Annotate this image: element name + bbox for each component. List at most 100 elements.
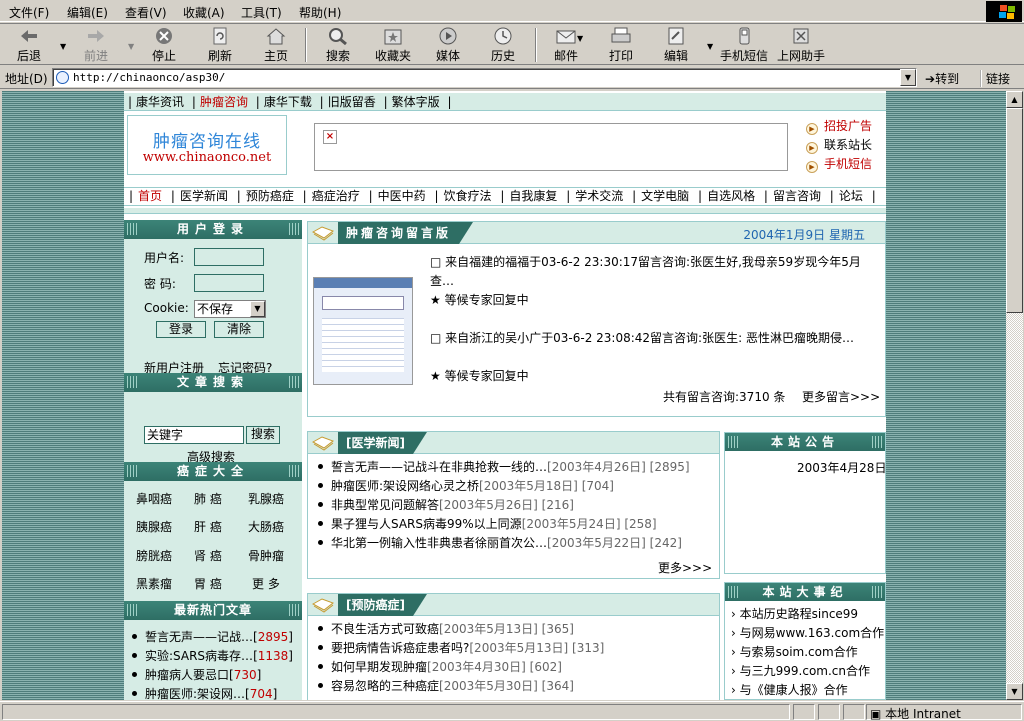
password-label: 密 码: — [144, 277, 176, 291]
more-news-link[interactable]: 更多>>> — [658, 559, 712, 576]
news-item[interactable]: 誓言无声——记战斗在非典抢救一线的…[2003年4月26日] [2895] — [318, 458, 690, 477]
back-button[interactable]: 后退 — [15, 27, 43, 64]
topnav-item[interactable]: 康华资讯 — [136, 95, 184, 109]
cancer-link[interactable]: 大肠癌 — [248, 518, 284, 535]
cancer-link[interactable]: 肾 癌 — [194, 547, 222, 564]
event-item[interactable]: › 与《健康人报》合作 — [731, 681, 884, 700]
menu-edit[interactable]: 编辑(E) — [67, 4, 108, 21]
clear-button[interactable]: 清除 — [214, 321, 264, 338]
vertical-scrollbar[interactable]: ▲ ▼ — [1006, 91, 1023, 700]
nav-item[interactable]: 学术交流 — [575, 189, 623, 203]
news-item[interactable]: 不良生活方式可致癌[2003年5月13日] [365] — [318, 620, 604, 639]
search-button[interactable]: 搜索 — [324, 27, 352, 64]
consult-thumbnail[interactable] — [313, 277, 413, 385]
side-link-ads[interactable]: ▶ 招投广告 — [806, 117, 886, 136]
nav-item[interactable]: 预防癌症 — [246, 189, 294, 203]
event-item[interactable]: › 与网易www.163.com合作 — [731, 624, 884, 643]
scroll-thumb[interactable] — [1006, 108, 1023, 313]
address-input[interactable]: http://chinaonco/asp30/ ▼ — [52, 68, 917, 87]
news-item[interactable]: 肿瘤医师:架设网络心灵之桥[2003年5月18日] [704] — [318, 477, 690, 496]
hot-article-item[interactable]: 肿瘤医师:架设网…[704] — [132, 685, 293, 700]
topnav-item-active[interactable]: 肿瘤咨询 — [200, 95, 248, 109]
menu-file[interactable]: 文件(F) — [9, 4, 49, 21]
nav-home[interactable]: 首页 — [138, 189, 162, 203]
cancer-link[interactable]: 骨肿瘤 — [248, 547, 284, 564]
hot-article-item[interactable]: 誓言无声——记战…[2895] — [132, 628, 293, 647]
consult-message[interactable]: □ 来自浙江的吴小广于03-6-2 23:08:42留言咨询:张医生: 恶性淋巴… — [430, 329, 870, 348]
event-item[interactable]: › 本站历史路程since99 — [731, 605, 884, 624]
medical-news-banner: [医学新闻] — [308, 432, 719, 454]
username-input[interactable] — [194, 248, 264, 266]
consult-message[interactable]: □ 来自福建的福福于03-6-2 23:30:17留言咨询:张医生好,我母亲59… — [430, 253, 870, 291]
cancer-link[interactable]: 膀胱癌 — [136, 547, 172, 564]
nav-item[interactable]: 中医中药 — [378, 189, 426, 203]
more-consult-link[interactable]: 更多留言>>> — [802, 388, 880, 405]
event-item[interactable]: › 与索易soim.com合作 — [731, 643, 884, 662]
cancer-link[interactable]: 乳腺癌 — [248, 490, 284, 507]
menu-tools[interactable]: 工具(T) — [241, 4, 282, 21]
nav-item[interactable]: 医学新闻 — [180, 189, 228, 203]
mail-button[interactable]: 邮件 — [552, 27, 580, 64]
event-item[interactable]: › 与三九999.com.cn合作 — [731, 662, 884, 681]
hot-articles-header: 最新热门文章 — [124, 601, 302, 620]
news-item[interactable]: 容易忽略的三种癌症[2003年5月30日] [364] — [318, 677, 604, 696]
news-item[interactable]: 华北第一例输入性非典患者徐丽首次公…[2003年5月22日] [242] — [318, 534, 690, 553]
address-url[interactable]: http://chinaonco/asp30/ — [73, 71, 225, 84]
site-logo[interactable]: 肿瘤咨询在线 www.chinaonco.net — [127, 115, 287, 175]
nav-item[interactable]: 论坛 — [839, 189, 863, 203]
menu-help[interactable]: 帮助(H) — [299, 4, 341, 21]
edit-button[interactable]: 编辑 — [662, 27, 690, 64]
cancer-more-link[interactable]: 更 多 — [252, 575, 280, 592]
nav-item[interactable]: 留言咨询 — [773, 189, 821, 203]
media-button[interactable]: 媒体 — [434, 27, 462, 64]
sms-button[interactable]: 手机短信 — [718, 27, 770, 64]
links-button[interactable]: 链接 — [980, 70, 1010, 87]
news-item[interactable]: 果子狸与人SARS病毒99%以上同源[2003年5月24日] [258] — [318, 515, 690, 534]
keyword-input[interactable]: 关键字 — [144, 426, 244, 444]
menu-favorites[interactable]: 收藏(A) — [183, 4, 225, 21]
history-button[interactable]: 历史 — [489, 27, 517, 64]
login-button[interactable]: 登录 — [156, 321, 206, 338]
side-link-sms[interactable]: ▶ 手机短信 — [806, 155, 886, 174]
home-button[interactable]: 主页 — [262, 27, 290, 64]
stop-button[interactable]: 停止 — [150, 27, 178, 64]
cookie-select[interactable]: 不保存 ▼ — [194, 300, 266, 318]
refresh-button[interactable]: 刷新 — [206, 27, 234, 64]
print-button[interactable]: 打印 — [607, 27, 635, 64]
forward-button[interactable]: 前进 — [82, 27, 110, 64]
nav-item[interactable]: 饮食疗法 — [444, 189, 492, 203]
topnav-item[interactable]: 康华下载 — [264, 95, 312, 109]
go-button[interactable]: ➔转到 — [925, 70, 959, 87]
search-submit-button[interactable]: 搜索 — [246, 426, 280, 444]
edit-dropdown-icon[interactable]: ▼ — [707, 42, 713, 51]
nav-item[interactable]: 自我康复 — [509, 189, 557, 203]
hot-article-item[interactable]: 实验:SARS病毒存…[1138] — [132, 647, 293, 666]
cancer-link[interactable]: 鼻咽癌 — [136, 490, 172, 507]
scroll-up-icon[interactable]: ▲ — [1006, 91, 1023, 108]
cancer-link[interactable]: 胰腺癌 — [136, 518, 172, 535]
cancer-link[interactable]: 肝 癌 — [194, 518, 222, 535]
web-helper-button[interactable]: 上网助手 — [775, 27, 827, 64]
nav-item[interactable]: 文学电脑 — [641, 189, 689, 203]
cancer-link[interactable]: 胃 癌 — [194, 575, 222, 592]
ad-banner[interactable]: × — [314, 123, 788, 171]
news-item[interactable]: 要把病情告诉癌症患者吗?[2003年5月13日] [313] — [318, 639, 604, 658]
favorites-button[interactable]: 收藏夹 — [374, 27, 412, 64]
address-dropdown-icon[interactable]: ▼ — [900, 69, 916, 86]
side-link-contact[interactable]: ▶ 联系站长 — [806, 136, 886, 155]
cancer-link[interactable]: 黑素瘤 — [136, 575, 172, 592]
news-item[interactable]: 非典型常见问题解答[2003年5月26日] [216] — [318, 496, 690, 515]
back-dropdown-icon[interactable]: ▼ — [60, 42, 66, 51]
forward-dropdown-icon[interactable]: ▼ — [128, 42, 134, 51]
news-item[interactable]: 如何早期发现肿瘤[2003年4月30日] [602] — [318, 658, 604, 677]
menu-view[interactable]: 查看(V) — [125, 4, 167, 21]
topnav-item[interactable]: 繁体字版 — [392, 95, 440, 109]
cancer-link[interactable]: 肺 癌 — [194, 490, 222, 507]
topnav-item[interactable]: 旧版留香 — [328, 95, 376, 109]
scroll-down-icon[interactable]: ▼ — [1006, 683, 1023, 700]
mail-dropdown-icon[interactable]: ▼ — [577, 34, 583, 43]
password-input[interactable] — [194, 274, 264, 292]
nav-item[interactable]: 自选风格 — [707, 189, 755, 203]
hot-article-item[interactable]: 肿瘤病人要忌口[730] — [132, 666, 293, 685]
nav-item[interactable]: 癌症治疗 — [312, 189, 360, 203]
